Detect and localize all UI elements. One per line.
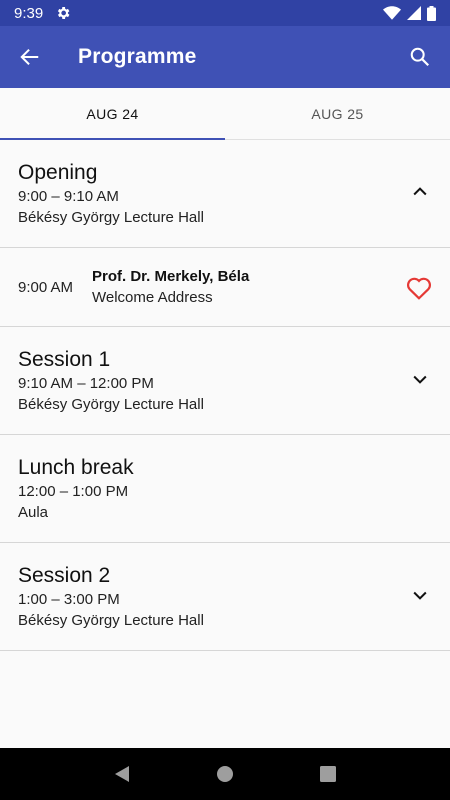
settings-gear-icon (58, 7, 70, 19)
session-title: Lunch break (18, 456, 134, 479)
circle-home-icon (216, 766, 233, 782)
tab-aug-24[interactable]: AUG 24 (0, 88, 225, 140)
session-title: Session 1 (18, 348, 111, 371)
status-time: 9:39 (14, 4, 44, 22)
session-time: 9:00 – 9:10 AM (18, 188, 119, 205)
triangle-back-icon (114, 766, 129, 782)
nav-home-button[interactable] (213, 762, 237, 786)
back-button[interactable] (0, 26, 60, 88)
battery-icon (427, 5, 436, 21)
talk-time: 9:00 AM (18, 278, 74, 296)
session-1[interactable]: Session 1 9:10 AM – 12:00 PM Békésy Györ… (0, 327, 450, 435)
session-title: Session 2 (18, 564, 111, 587)
navigation-bar (0, 748, 450, 800)
nav-back-button[interactable] (110, 762, 134, 786)
chevron-down-icon[interactable] (410, 369, 430, 389)
session-time: 1:00 – 3:00 PM (18, 591, 120, 608)
page-title: Programme (78, 45, 197, 68)
session-room: Békésy György Lecture Hall (18, 612, 204, 629)
search-icon (410, 47, 430, 67)
chevron-down-icon[interactable] (410, 585, 430, 605)
app-bar: Programme (0, 26, 450, 88)
talk-speaker: Prof. Dr. Merkely, Béla (92, 268, 250, 285)
session-room: Békésy György Lecture Hall (18, 209, 204, 226)
chevron-up-icon[interactable] (410, 182, 430, 202)
wifi-icon (383, 6, 401, 20)
nav-recents-button[interactable] (316, 762, 340, 786)
search-button[interactable] (390, 26, 450, 88)
session-opening[interactable]: Opening 9:00 – 9:10 AM Békésy György Lec… (0, 140, 450, 248)
status-icons (383, 5, 436, 21)
cell-signal-icon (407, 6, 421, 20)
status-bar: 9:39 (0, 0, 450, 26)
heart-outline-icon[interactable] (406, 276, 432, 300)
talk-title: Welcome Address (92, 289, 213, 306)
session-title: Opening (18, 161, 98, 184)
day-tabs: AUG 24 AUG 25 (0, 88, 450, 140)
session-2[interactable]: Session 2 1:00 – 3:00 PM Békésy György L… (0, 543, 450, 651)
session-room: Aula (18, 504, 49, 521)
talk-item[interactable]: 9:00 AM Prof. Dr. Merkely, Béla Welcome … (0, 248, 450, 327)
tab-aug-25[interactable]: AUG 25 (225, 88, 450, 139)
session-time: 9:10 AM – 12:00 PM (18, 375, 154, 392)
session-room: Békésy György Lecture Hall (18, 396, 204, 413)
arrow-left-icon (20, 48, 39, 66)
programme-list: Opening 9:00 – 9:10 AM Békésy György Lec… (0, 140, 450, 651)
talk-body: Prof. Dr. Merkely, Béla Welcome Address (92, 266, 249, 308)
session-time: 12:00 – 1:00 PM (18, 483, 129, 500)
square-recents-icon (320, 766, 337, 782)
session-lunch-break[interactable]: Lunch break 12:00 – 1:00 PM Aula (0, 435, 450, 543)
